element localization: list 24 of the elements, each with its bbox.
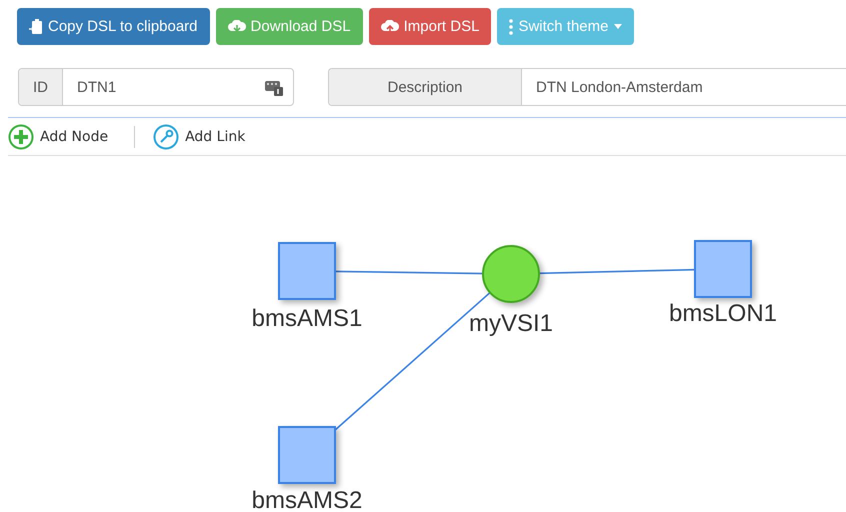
add-node-tool[interactable]: Add Node (8, 124, 112, 150)
caret-icon (614, 24, 622, 29)
link-line[interactable] (538, 268, 696, 274)
node-label: bmsLON1 (668, 300, 778, 327)
id-field[interactable]: ID DTN1 (18, 68, 294, 106)
switch-node[interactable] (278, 242, 336, 300)
link-line[interactable] (334, 270, 484, 274)
node-label: bmsAMS1 (252, 305, 362, 332)
circle-node[interactable] (482, 245, 540, 303)
plus-circle-icon (8, 124, 34, 150)
add-link-tool[interactable]: Add Link (153, 124, 250, 150)
cloud-download-icon (228, 20, 246, 34)
switch-node[interactable] (278, 426, 336, 484)
node-label: myVSI1 (468, 310, 554, 337)
copy-button[interactable]: Copy DSL to clipboard (17, 8, 210, 45)
id-badge-icon (265, 78, 283, 96)
import-button[interactable]: Import DSL (368, 8, 492, 45)
description-field[interactable]: Description DTN London-Amsterdam (328, 68, 846, 106)
switch-node[interactable] (694, 240, 752, 298)
vertical-dots-icon (509, 18, 514, 34)
clipboard-icon (29, 18, 43, 34)
node-label: bmsAMS2 (252, 487, 362, 512)
link-circle-icon (153, 124, 180, 150)
cloud-upload-icon (380, 20, 399, 34)
